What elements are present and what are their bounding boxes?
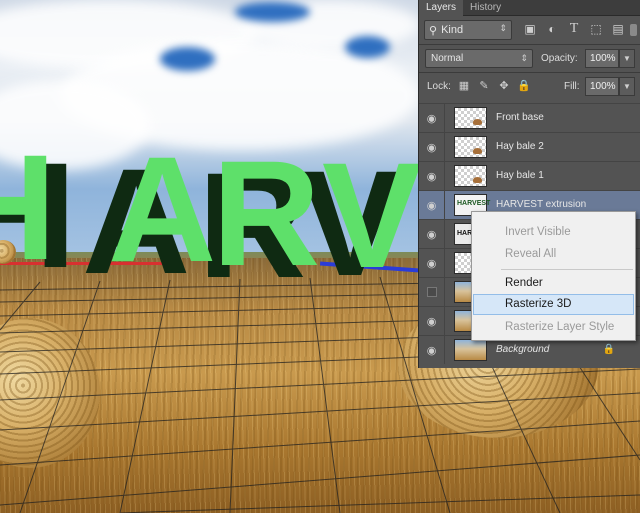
eye-icon[interactable]: ◉ bbox=[419, 220, 445, 248]
layer-name: Hay bale 1 bbox=[496, 170, 544, 181]
layer-name: Front base bbox=[496, 112, 544, 123]
menu-item-rasterize-layer-style[interactable]: Rasterize Layer Style bbox=[473, 317, 634, 338]
chevron-updown-icon: ⇕ bbox=[520, 53, 528, 63]
layer-thumbnail bbox=[454, 339, 487, 361]
filter-kind-select[interactable]: ⚲ Kind ⇕ bbox=[424, 20, 512, 40]
tab-history[interactable]: History bbox=[463, 0, 508, 16]
eye-icon[interactable]: ◉ bbox=[419, 249, 445, 277]
eye-icon[interactable]: ◉ bbox=[419, 133, 445, 161]
type-filter-icon[interactable]: T bbox=[566, 21, 582, 37]
fill-label: Fill: bbox=[564, 81, 580, 92]
layer-name: Hay bale 2 bbox=[496, 141, 544, 152]
opacity-label: Opacity: bbox=[541, 53, 578, 64]
blend-mode-select[interactable]: Normal ⇕ bbox=[425, 49, 533, 68]
opacity-input[interactable]: 100% bbox=[585, 49, 619, 68]
lock-position-icon[interactable]: ✥ bbox=[497, 78, 511, 92]
menu-item-invert-visible[interactable]: Invert Visible bbox=[473, 222, 634, 243]
eye-icon[interactable]: ◉ bbox=[419, 104, 445, 132]
opacity-dropdown-button[interactable]: ▼ bbox=[619, 49, 635, 68]
lock-image-pixels-icon[interactable]: ✎ bbox=[477, 78, 491, 92]
lock-icon: 🔒 bbox=[602, 344, 615, 355]
menu-item-reveal-all[interactable]: Reveal All bbox=[473, 244, 634, 265]
fill-input[interactable]: 100% bbox=[585, 77, 619, 96]
chevron-updown-icon: ⇕ bbox=[499, 23, 507, 33]
layer-thumbnail bbox=[454, 136, 487, 158]
lock-all-icon[interactable]: 🔒 bbox=[517, 78, 531, 92]
menu-separator bbox=[501, 269, 633, 270]
menu-item-rasterize-3d[interactable]: Rasterize 3D bbox=[473, 294, 634, 315]
eye-icon[interactable]: ◉ bbox=[419, 336, 445, 364]
eye-icon[interactable]: ◉ bbox=[419, 162, 445, 190]
smart-object-filter-icon[interactable]: ▤ bbox=[610, 21, 626, 37]
layer-row[interactable]: ◉ Hay bale 1 bbox=[419, 161, 640, 190]
adjustment-filter-icon[interactable]: ◐ bbox=[544, 21, 560, 37]
layer-name: HARVEST extrusion bbox=[496, 199, 587, 210]
filter-toggle[interactable] bbox=[630, 24, 637, 36]
lock-label: Lock: bbox=[427, 81, 451, 92]
tab-layers[interactable]: Layers bbox=[419, 0, 464, 16]
visibility-toggle-off[interactable] bbox=[419, 278, 445, 306]
divider bbox=[419, 44, 640, 45]
panel-tabs: Layers History bbox=[419, 0, 640, 16]
layer-context-menu: Invert Visible Reveal All Render Rasteri… bbox=[471, 211, 636, 341]
fill-dropdown-button[interactable]: ▼ bbox=[619, 77, 635, 96]
layer-name: Background bbox=[496, 344, 550, 355]
filter-kind-label: Kind bbox=[441, 24, 464, 36]
layer-thumbnail bbox=[454, 165, 487, 187]
eye-icon[interactable]: ◉ bbox=[419, 307, 445, 335]
divider bbox=[419, 72, 640, 73]
layer-row[interactable]: ◉ Front base bbox=[419, 103, 640, 132]
layer-row[interactable]: ◉ Hay bale 2 bbox=[419, 132, 640, 161]
layer-thumbnail bbox=[454, 107, 487, 129]
lock-transparent-pixels-icon[interactable]: ▦ bbox=[457, 78, 471, 92]
eye-icon[interactable]: ◉ bbox=[419, 191, 445, 219]
shape-filter-icon[interactable]: ⬚ bbox=[588, 21, 604, 37]
image-filter-icon[interactable]: ▣ bbox=[522, 21, 538, 37]
menu-item-render[interactable]: Render bbox=[473, 273, 634, 294]
search-icon: ⚲ bbox=[429, 24, 438, 37]
blend-mode-value: Normal bbox=[431, 53, 464, 64]
